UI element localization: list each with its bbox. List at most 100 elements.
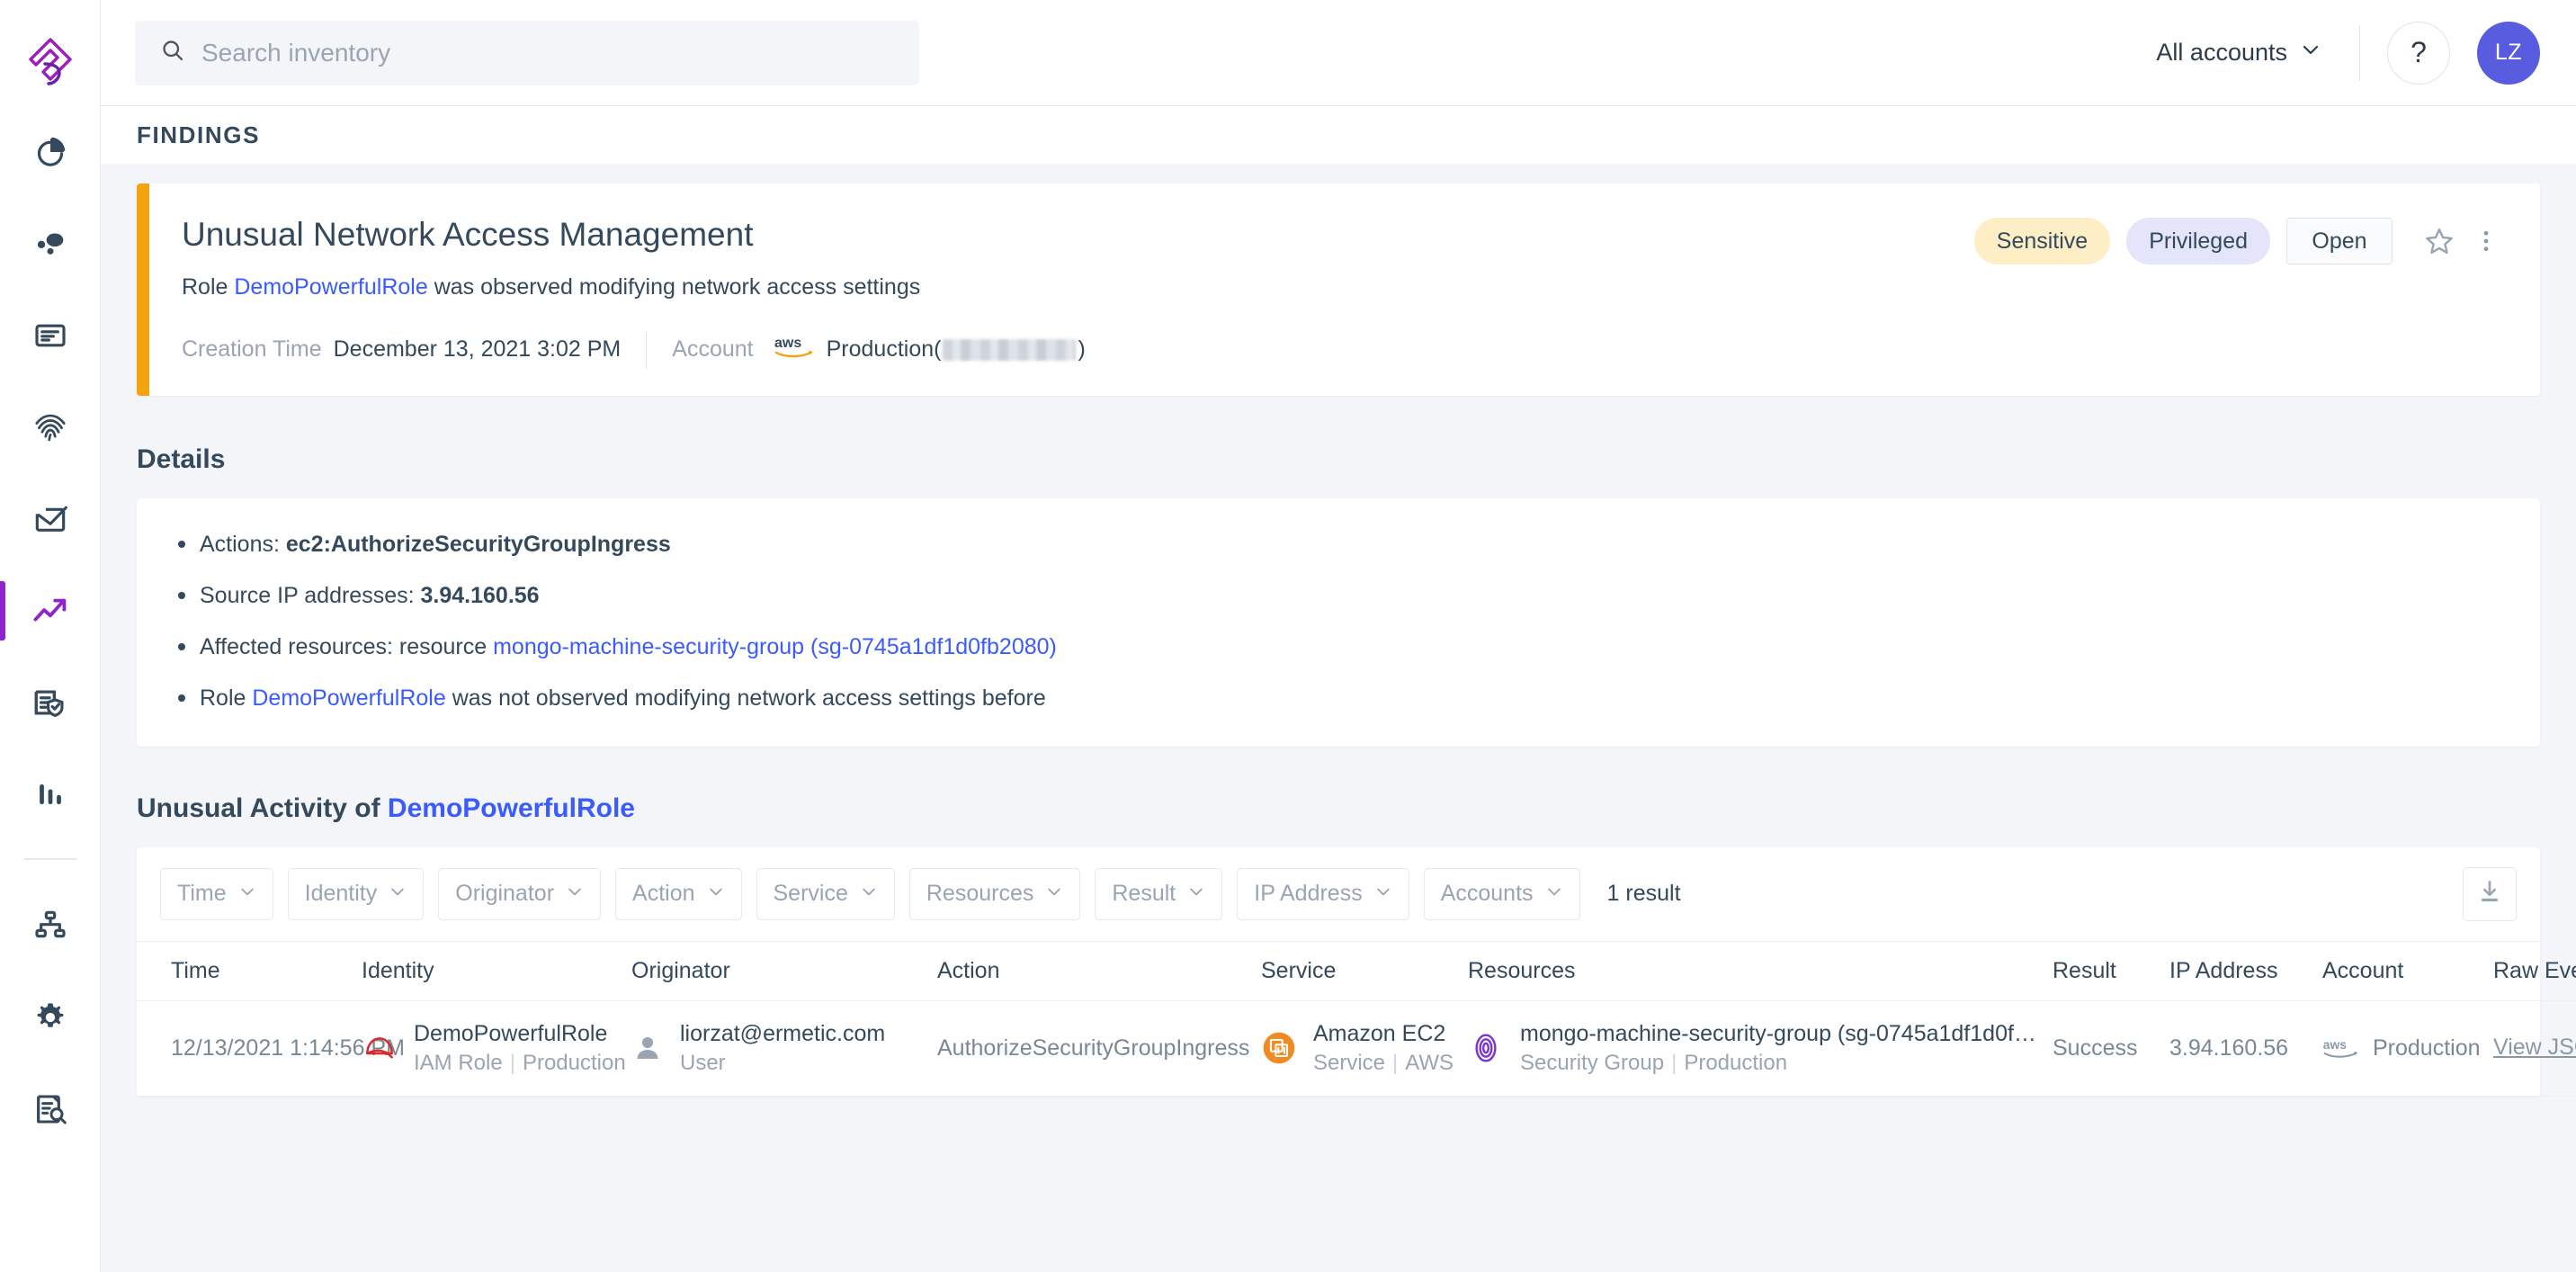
sidebar-item-organization[interactable] xyxy=(0,880,101,972)
accounts-selector[interactable]: All accounts xyxy=(2140,28,2338,77)
filter-ip-address[interactable]: IP Address xyxy=(1237,868,1409,920)
page-title: FINDINGS xyxy=(137,121,260,149)
activity-table-head: Time Identity Originator Action Service … xyxy=(137,942,2576,1001)
activity-heading-role-link[interactable]: DemoPowerfulRole xyxy=(388,793,635,823)
chevron-down-icon xyxy=(1545,881,1563,907)
chevron-down-icon xyxy=(707,881,725,907)
chevron-down-icon xyxy=(389,881,407,907)
th-action[interactable]: Action xyxy=(937,942,1261,1001)
sidebar xyxy=(0,0,101,1272)
details-actions-value: ec2:AuthorizeSecurityGroupIngress xyxy=(286,532,671,557)
cluster-dots-icon xyxy=(32,226,68,262)
search-box[interactable] xyxy=(135,21,919,85)
sidebar-item-findings[interactable] xyxy=(0,565,101,657)
export-button[interactable] xyxy=(2463,867,2517,921)
aws-logo-icon: aws xyxy=(774,335,816,364)
th-originator[interactable]: Originator xyxy=(631,942,937,1001)
details-heading: Details xyxy=(137,444,2540,475)
filter-result[interactable]: Result xyxy=(1095,868,1222,920)
filter-resources[interactable]: Resources xyxy=(909,868,1081,920)
sidebar-item-tasks[interactable] xyxy=(0,473,101,565)
sidebar-item-compliance[interactable] xyxy=(0,657,101,748)
cell-resource-account: Production xyxy=(1684,1051,1787,1075)
status-button[interactable]: Open xyxy=(2286,218,2393,264)
finding-body: Unusual Network Access Management Role D… xyxy=(149,184,1974,396)
th-identity[interactable]: Identity xyxy=(362,942,631,1001)
activity-filter-bar: Time Identity Originator xyxy=(137,847,2540,942)
th-account[interactable]: Account xyxy=(2322,942,2493,1001)
star-outline-icon[interactable] xyxy=(2416,218,2463,264)
filter-identity-label: Identity xyxy=(305,881,378,907)
page-title-bar: FINDINGS xyxy=(101,106,2576,164)
cell-originator: liorzat@ermetic.com User xyxy=(631,1000,937,1096)
sidebar-item-dashboard[interactable] xyxy=(0,106,101,198)
cell-resource-type: Security Group xyxy=(1520,1051,1664,1075)
avatar-initials: LZ xyxy=(2495,40,2522,66)
th-result[interactable]: Result xyxy=(2053,942,2169,1001)
th-time[interactable]: Time xyxy=(137,942,362,1001)
chevron-down-icon xyxy=(1187,881,1205,907)
activity-card: Time Identity Originator xyxy=(137,847,2540,1097)
filter-accounts[interactable]: Accounts xyxy=(1424,868,1580,920)
filter-service[interactable]: Service xyxy=(756,868,895,920)
accounts-selector-label: All accounts xyxy=(2156,39,2287,67)
th-service[interactable]: Service xyxy=(1261,942,1468,1001)
app-root: All accounts ? LZ FINDINGS xyxy=(0,0,2576,1272)
avatar[interactable]: LZ xyxy=(2477,22,2540,85)
sidebar-item-settings[interactable] xyxy=(0,972,101,1063)
finding-subtitle-role-link[interactable]: DemoPowerfulRole xyxy=(234,274,427,300)
cell-service-type: Service xyxy=(1313,1051,1385,1075)
finding-title: Unusual Network Access Management xyxy=(182,216,1944,255)
details-card: Actions: ec2:AuthorizeSecurityGroupIngre… xyxy=(137,498,2540,747)
th-ip-address[interactable]: IP Address xyxy=(2169,942,2322,1001)
gear-icon xyxy=(32,999,68,1035)
chevron-down-icon xyxy=(860,881,878,907)
main-column: All accounts ? LZ FINDINGS xyxy=(101,0,2576,1272)
sidebar-item-identities[interactable] xyxy=(0,381,101,473)
aws-logo-icon: aws xyxy=(2322,1037,2362,1059)
finding-meta: Creation Time December 13, 2021 3:02 PM … xyxy=(182,331,1944,369)
chevron-down-icon xyxy=(1045,881,1063,907)
security-group-icon xyxy=(1468,1030,1504,1066)
cell-ip-value: 3.94.160.56 xyxy=(2169,1035,2288,1061)
help-button[interactable]: ? xyxy=(2387,22,2450,85)
sidebar-item-policies[interactable] xyxy=(0,290,101,381)
details-source-ip-value: 3.94.160.56 xyxy=(421,583,540,608)
details-actions-label: Actions: xyxy=(200,532,286,557)
finding-subtitle-prefix: Role xyxy=(182,274,234,300)
ermetic-logo[interactable] xyxy=(0,18,101,106)
help-icon: ? xyxy=(2411,36,2427,69)
filter-originator-label: Originator xyxy=(455,881,554,907)
filter-originator[interactable]: Originator xyxy=(438,868,601,920)
top-bar-divider xyxy=(2359,25,2360,81)
sidebar-item-analytics[interactable] xyxy=(0,748,101,840)
creation-time-label: Creation Time xyxy=(182,336,322,363)
account-name: Production xyxy=(827,336,935,363)
cell-resource-name: mongo-machine-security-group (sg-0745a1d… xyxy=(1520,1021,2044,1047)
table-header-row: Time Identity Originator Action Service … xyxy=(137,942,2576,1001)
sidebar-item-audit[interactable] xyxy=(0,1063,101,1155)
trending-up-icon xyxy=(31,592,69,630)
details-role-link[interactable]: DemoPowerfulRole xyxy=(252,685,445,711)
filter-action[interactable]: Action xyxy=(615,868,741,920)
search-input[interactable] xyxy=(201,39,894,67)
th-raw-event[interactable]: Raw Event xyxy=(2493,942,2576,1001)
cell-result-value: Success xyxy=(2053,1035,2137,1061)
activity-table: Time Identity Originator Action Service … xyxy=(137,942,2576,1097)
svg-text:aws: aws xyxy=(2323,1037,2347,1052)
view-json-link[interactable]: View JSON xyxy=(2493,1034,2576,1061)
download-icon xyxy=(2476,878,2503,909)
more-vertical-icon[interactable] xyxy=(2463,218,2509,264)
bar-chart-icon xyxy=(33,777,67,811)
finding-card: Unusual Network Access Management Role D… xyxy=(137,184,2540,396)
filter-time[interactable]: Time xyxy=(160,868,273,920)
cell-account: aws Production xyxy=(2322,1000,2493,1096)
filter-identity[interactable]: Identity xyxy=(288,868,425,920)
pie-chart-icon xyxy=(32,134,68,170)
table-row[interactable]: 12/13/2021 1:14:56 PM xyxy=(137,1000,2576,1096)
filter-result-label: Result xyxy=(1112,881,1176,907)
chevron-down-icon xyxy=(1374,881,1392,907)
th-resources[interactable]: Resources xyxy=(1468,942,2053,1001)
sidebar-item-entities[interactable] xyxy=(0,198,101,290)
details-resource-link[interactable]: mongo-machine-security-group (sg-0745a1d… xyxy=(493,634,1057,659)
